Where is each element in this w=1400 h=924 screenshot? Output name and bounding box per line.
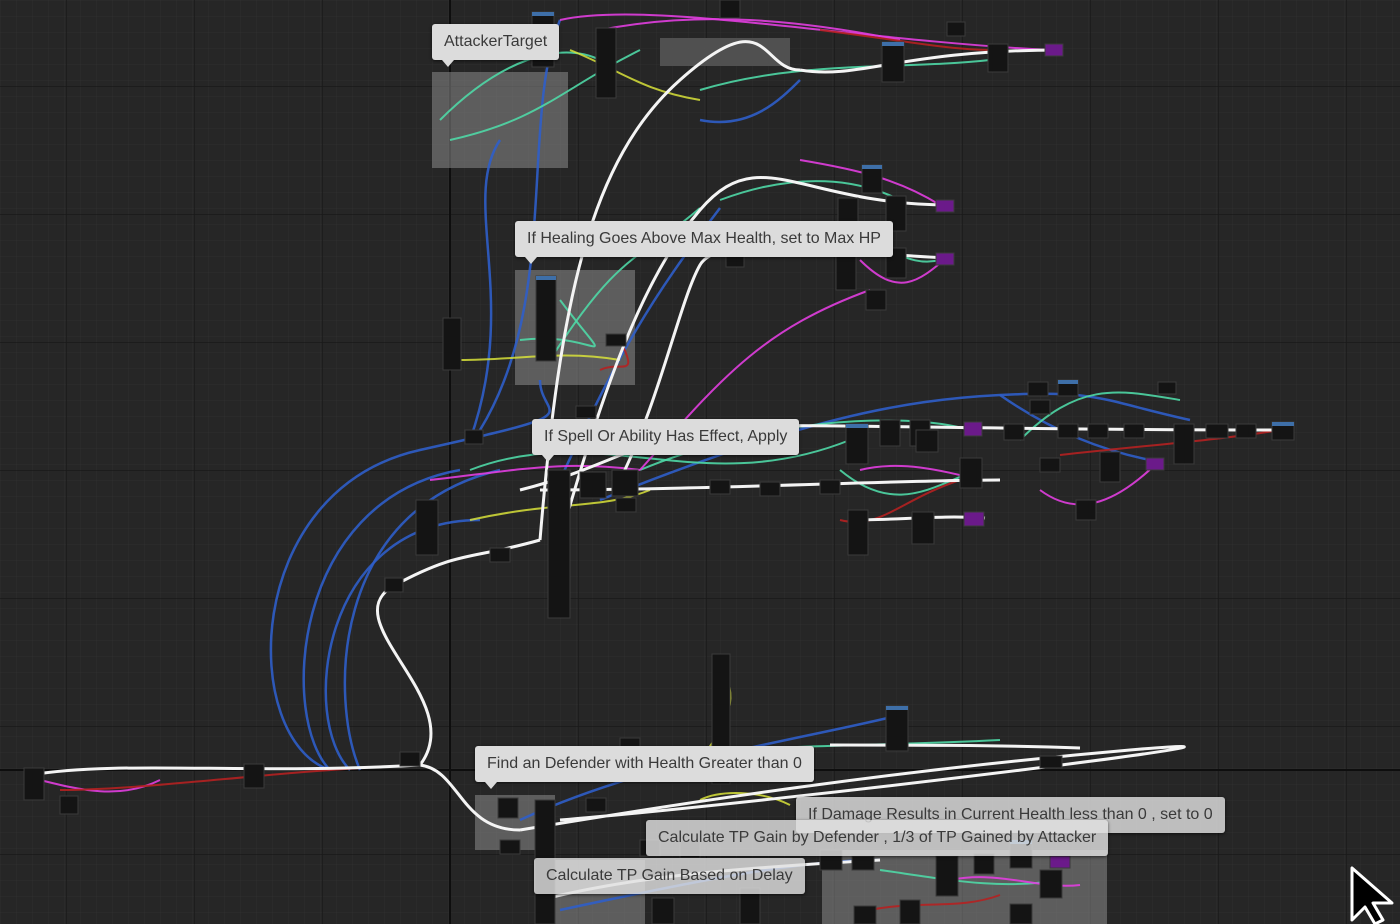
comment-tp-gain-delay[interactable]: Calculate TP Gain Based on Delay <box>534 858 805 894</box>
comment-tp-gain-defender[interactable]: Calculate TP Gain by Defender , 1/3 of T… <box>646 820 1109 856</box>
comment-attacker-target[interactable]: AttackerTarget <box>432 24 560 67</box>
comment-healing-max-health[interactable]: If Healing Goes Above Max Health, set to… <box>515 221 893 264</box>
arrow-pointer-icon <box>1350 866 1394 924</box>
comment-find-defender[interactable]: Find an Defender with Health Greater tha… <box>475 746 814 789</box>
comment-spell-effect[interactable]: If Spell Or Ability Has Effect, Apply <box>532 419 800 462</box>
graph-canvas[interactable] <box>0 0 1400 924</box>
